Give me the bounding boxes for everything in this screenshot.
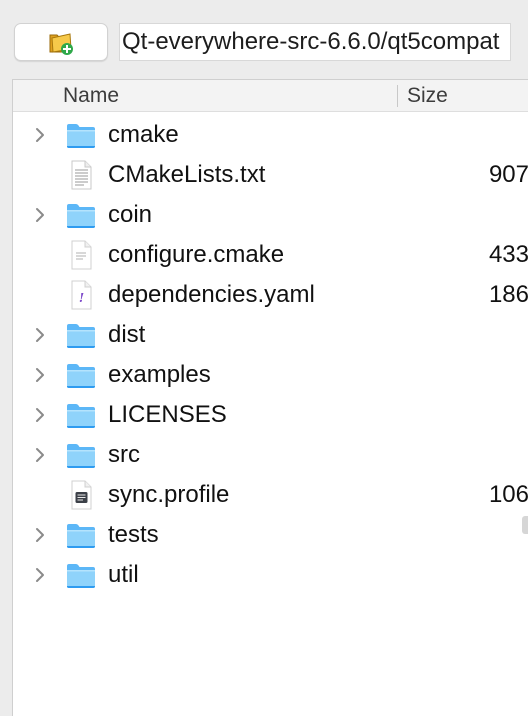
file-size: 907: [449, 155, 528, 195]
folder-icon: [65, 440, 97, 470]
folder-icon: [65, 120, 97, 150]
file-size: [449, 435, 528, 475]
file-size: [449, 195, 528, 235]
file-size: [449, 115, 528, 155]
file-size: 186: [449, 275, 528, 315]
folder-icon: [65, 520, 97, 550]
path-field[interactable]: Qt-everywhere-src-6.6.0/qt5compat: [119, 23, 511, 61]
name-column-header[interactable]: Name: [63, 80, 119, 111]
file-size: 433: [449, 235, 528, 275]
folder-icon: [65, 320, 97, 350]
file-size: [449, 355, 528, 395]
file-row[interactable]: coin: [13, 195, 528, 235]
file-size: [449, 315, 528, 355]
file-name: examples: [108, 361, 211, 388]
file-size-text: 106: [488, 481, 528, 508]
file-size: [449, 515, 528, 555]
file-name: sync.profile: [108, 481, 230, 508]
folder-icon: [65, 200, 97, 230]
file-name: src: [108, 441, 140, 468]
path-text: Qt-everywhere-src-6.6.0/qt5compat: [122, 28, 500, 55]
text-document-icon: [65, 160, 97, 190]
plain-document-icon: [65, 240, 97, 270]
file-row[interactable]: util: [13, 555, 528, 595]
file-size-text: 433: [488, 241, 528, 268]
file-row[interactable]: sync.profile 106: [13, 475, 528, 515]
disclosure-chevron-icon[interactable]: [33, 446, 47, 464]
file-size: [449, 395, 528, 435]
file-name: dependencies.yaml: [108, 281, 315, 308]
file-row[interactable]: tests: [13, 515, 528, 555]
file-name: coin: [108, 201, 153, 228]
file-row[interactable]: cmake: [13, 115, 528, 155]
file-row[interactable]: ! dependencies.yaml 186: [13, 275, 528, 315]
file-row[interactable]: CMakeLists.txt 907: [13, 155, 528, 195]
file-row[interactable]: dist: [13, 315, 528, 355]
file-row[interactable]: configure.cmake 433: [13, 235, 528, 275]
file-list[interactable]: Name Size cmake CMakeLists.txt 907 coin conf…: [12, 79, 528, 716]
folder-icon: [65, 560, 97, 590]
file-row[interactable]: examples: [13, 355, 528, 395]
script-document-icon: [65, 480, 97, 510]
file-size: [449, 555, 528, 595]
yaml-document-icon: !: [65, 280, 97, 310]
file-name: dist: [108, 321, 146, 348]
file-rows: cmake CMakeLists.txt 907 coin configure.cmak…: [13, 115, 528, 595]
file-name: configure.cmake: [108, 241, 285, 268]
folder-icon: [65, 400, 97, 430]
file-size: 106: [449, 475, 528, 515]
file-row[interactable]: src: [13, 435, 528, 475]
file-name: tests: [108, 521, 159, 548]
disclosure-chevron-icon[interactable]: [33, 206, 47, 224]
disclosure-chevron-icon[interactable]: [33, 406, 47, 424]
disclosure-chevron-icon[interactable]: [33, 126, 47, 144]
disclosure-chevron-icon[interactable]: [33, 326, 47, 344]
file-size-text: 186: [488, 281, 528, 308]
resize-handle[interactable]: [522, 516, 528, 534]
file-name: LICENSES: [108, 401, 227, 428]
column-header-row: Name Size: [13, 80, 528, 112]
file-name: cmake: [108, 121, 179, 148]
new-folder-icon: [49, 33, 73, 55]
size-column-header[interactable]: Size: [407, 80, 448, 111]
disclosure-chevron-icon[interactable]: [33, 526, 47, 544]
toolbar: Qt-everywhere-src-6.6.0/qt5compat: [0, 0, 528, 80]
file-size-text: 907: [488, 161, 528, 188]
new-folder-button[interactable]: [14, 23, 108, 61]
disclosure-chevron-icon[interactable]: [33, 566, 47, 584]
file-name: util: [108, 561, 139, 588]
file-row[interactable]: LICENSES: [13, 395, 528, 435]
file-name: CMakeLists.txt: [108, 161, 266, 188]
disclosure-chevron-icon[interactable]: [33, 366, 47, 384]
column-separator[interactable]: [397, 85, 398, 107]
folder-icon: [65, 360, 97, 390]
svg-text:!: !: [79, 291, 84, 305]
